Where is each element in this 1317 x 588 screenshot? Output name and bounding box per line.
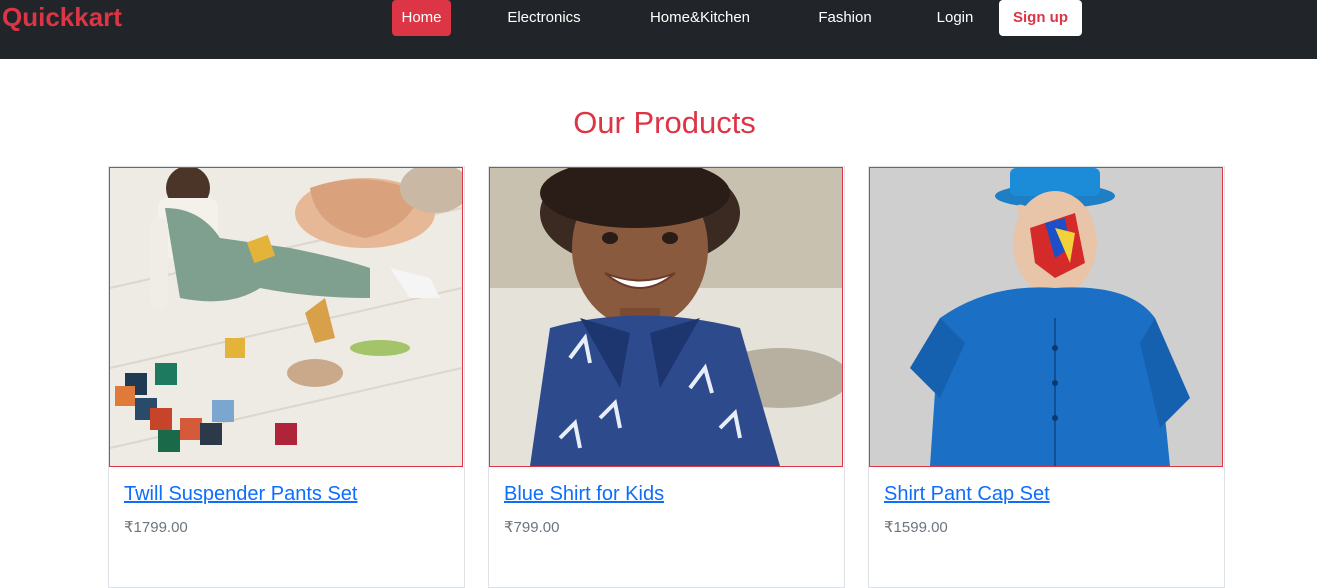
nav-home-kitchen[interactable]: Home&Kitchen [640, 0, 760, 36]
signup-button[interactable]: Sign up [999, 0, 1082, 36]
product-price: ₹799.00 [504, 519, 560, 536]
product-card: Twill Suspender Pants Set ₹1799.00 [108, 166, 465, 588]
product-title-link[interactable]: Blue Shirt for Kids [504, 483, 664, 506]
product-price: ₹1599.00 [884, 519, 948, 536]
product-image[interactable] [489, 167, 843, 467]
product-title-link[interactable]: Shirt Pant Cap Set [884, 483, 1050, 506]
brand-logo[interactable]: Quickkart [2, 0, 122, 34]
product-image[interactable] [109, 167, 463, 467]
product-image[interactable] [869, 167, 1223, 467]
page-title: Our Products [573, 105, 756, 140]
product-card: Shirt Pant Cap Set ₹1599.00 [868, 166, 1225, 588]
nav-login[interactable]: Login [926, 0, 984, 36]
nav-electronics[interactable]: Electronics [496, 0, 592, 36]
product-card: Blue Shirt for Kids ₹799.00 [488, 166, 845, 588]
nav-home[interactable]: Home [392, 0, 451, 36]
top-navbar: Quickkart Home Electronics Home&Kitchen … [0, 0, 1317, 59]
product-price: ₹1799.00 [124, 519, 188, 536]
nav-fashion[interactable]: Fashion [810, 0, 880, 36]
product-title-link[interactable]: Twill Suspender Pants Set [124, 483, 357, 506]
